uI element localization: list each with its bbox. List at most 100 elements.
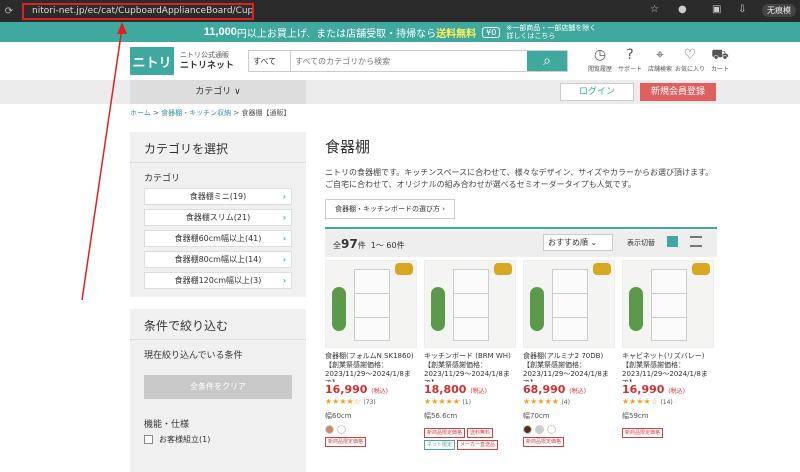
color-swatches — [325, 425, 417, 434]
product-card[interactable]: キャビネット(リズバレー)【創業祭感謝価格：2023/11/29〜2024/1/… — [622, 260, 714, 452]
award-badge-icon — [593, 263, 611, 275]
address-bar[interactable]: nitori-net.jp/ec/cat/CupboardApplianceBo… — [22, 3, 254, 20]
grid-view-icon[interactable] — [667, 236, 678, 247]
list-view-icon[interactable] — [690, 236, 702, 247]
color-swatch[interactable] — [523, 425, 532, 434]
product-name[interactable]: 食器棚(フォルムN SK1860)【創業祭感謝価格：2023/11/29〜202… — [325, 352, 417, 382]
award-badge-icon — [395, 263, 413, 275]
assembly-checkbox[interactable]: お客様組立(1) — [144, 434, 292, 445]
view-toggle-label: 表示切替 — [627, 239, 655, 247]
extensions-icon[interactable]: ▣ — [712, 4, 721, 15]
banner-badge: ¥0 — [482, 26, 501, 38]
search-input[interactable] — [291, 51, 527, 71]
register-button[interactable]: 新規会員登録 — [640, 83, 716, 101]
product-tags: 新商品限定価格 送料無料ネット限定 メーカー直送品 — [424, 428, 516, 452]
browser-bar: ⟳ nitori-net.jp/ec/cat/CupboardAppliance… — [0, 0, 800, 22]
category-item[interactable]: 食器棚スリム(21) › — [144, 209, 292, 226]
color-swatch[interactable] — [547, 425, 556, 434]
download-icon[interactable]: ⇩ — [738, 4, 746, 15]
result-count: 全97件 1〜 60件 — [333, 237, 405, 251]
profile-badge[interactable]: 无痕模 — [762, 4, 796, 17]
header-icons: ◷ 閲覧履歴 ? サポート ⌖ 店舗検索 ♡ お気に入り ⛟ カート — [585, 46, 735, 73]
promo-banner[interactable]: 11,000 円以上お買上げ、または店舗受取・持帰なら 送料無料 ¥0 ※一部商… — [0, 22, 800, 42]
list-toolbar: 全97件 1〜 60件 おすすめ順 ⌄ 表示切替 — [325, 227, 717, 257]
site-header: ニトリ ニトリ公式通販ニトリネット すべて ⌕ ◷閲覧履歴 ?サポート ⌖店舗検… — [0, 42, 800, 80]
product-tags: 新商品限定価格 — [325, 437, 417, 449]
product-tag: ネット限定 — [424, 440, 456, 450]
rating-stars: ★★★★☆ (73) — [325, 397, 376, 406]
breadcrumb-current: 食器棚【通販】 — [241, 109, 291, 117]
product-tag: 送料無料 — [467, 428, 494, 438]
logo-text: ニトリ公式通販 ニトリネット — [180, 51, 235, 71]
category-menu[interactable]: カテゴリ ∨ — [130, 80, 306, 104]
main-content: 食器棚 ニトリの食器棚です。キッチンスペースに合わせて、様々なデザイン、サイズや… — [325, 132, 717, 257]
product-image[interactable] — [622, 260, 714, 348]
filter-title: 条件で絞り込む — [130, 309, 306, 340]
product-card[interactable]: 食器棚(アルミナ2 70DB)【創業祭感謝価格：2023/11/29〜2024/… — [523, 260, 615, 452]
category-label: カテゴリ — [144, 174, 181, 184]
banner-amount: 11,000 — [203, 26, 237, 38]
breadcrumb: ホーム > 食器棚・キッチン収納 > 食器棚【通販】 — [130, 109, 291, 117]
sort-select[interactable]: おすすめ順 ⌄ — [543, 234, 613, 251]
product-tag: 新商品限定価格 — [325, 437, 367, 447]
product-tags: 新商品限定価格 — [622, 428, 714, 440]
search-scope-select[interactable]: すべて — [249, 51, 291, 71]
product-tags: 新商品限定価格 — [523, 437, 615, 449]
product-name[interactable]: キッチンボード (BRM WH)【創業祭感謝価格：2023/11/29〜2024… — [424, 352, 516, 382]
support-icon[interactable]: ? サポート — [615, 46, 645, 73]
plant-decoration — [332, 287, 346, 331]
category-item[interactable]: 食器棚80cm幅以上(14) › — [144, 251, 292, 268]
product-image[interactable] — [325, 260, 417, 348]
search-box: すべて ⌕ — [248, 50, 568, 72]
color-swatch[interactable] — [325, 425, 334, 434]
banner-text: 円以上お買上げ、または店舗受取・持帰なら — [236, 28, 437, 40]
product-tag: 新商品限定価格 — [622, 428, 664, 438]
product-size: 幅60cm — [325, 412, 352, 420]
product-price: 16,990 (税込) — [325, 383, 388, 396]
store-icon[interactable]: ⌖ 店舗検索 — [645, 46, 675, 73]
category-item[interactable]: 食器棚60cm幅以上(41) › — [144, 230, 292, 247]
extension-icon[interactable]: ● — [678, 4, 687, 15]
plant-decoration — [530, 287, 544, 331]
clear-filters-button[interactable]: 全条件をクリア — [144, 375, 292, 399]
reload-icon[interactable]: ⟳ — [0, 6, 18, 17]
cabinet-shape — [552, 269, 588, 341]
product-name[interactable]: 食器棚(アルミナ2 70DB)【創業祭感謝価格：2023/11/29〜2024/… — [523, 352, 615, 382]
rating-stars: ★★★★★ (1) — [424, 397, 471, 406]
chevron-right-icon: › — [282, 192, 286, 201]
color-swatch[interactable] — [337, 425, 346, 434]
product-name[interactable]: キャビネット(リズバレー)【創業祭感謝価格：2023/11/29〜2024/1/… — [622, 352, 714, 382]
guide-button[interactable]: 食器棚・キッチンボードの選び方 › — [325, 199, 456, 219]
product-size: 幅59cm — [622, 412, 649, 420]
product-tag: 新商品限定価格 — [523, 437, 565, 447]
product-tag: メーカー直送品 — [457, 440, 499, 450]
chevron-right-icon: › — [282, 255, 286, 264]
star-icon[interactable]: ☆ — [650, 4, 659, 15]
product-image[interactable] — [523, 260, 615, 348]
color-swatches — [523, 425, 615, 434]
category-item[interactable]: 食器棚120cm幅以上(3) › — [144, 272, 292, 289]
product-image[interactable] — [424, 260, 516, 348]
product-size: 幅70cm — [523, 412, 550, 420]
page-description: ニトリの食器棚です。キッチンスペースに合わせて、様々なデザイン、サイズやカラーか… — [325, 168, 714, 189]
history-icon[interactable]: ◷ 閲覧履歴 — [585, 46, 615, 73]
current-filter-label: 現在絞り込んでいる条件 — [144, 351, 243, 361]
nitori-logo[interactable]: ニトリ — [130, 47, 174, 75]
chevron-right-icon: › — [282, 234, 286, 243]
cart-icon[interactable]: ⛟ カート — [705, 46, 735, 73]
product-card[interactable]: 食器棚(フォルムN SK1860)【創業祭感謝価格：2023/11/29〜202… — [325, 260, 417, 452]
search-icon[interactable]: ⌕ — [527, 51, 567, 71]
product-tag: 新商品限定価格 — [424, 428, 466, 438]
award-badge-icon — [494, 263, 512, 275]
sidebar: カテゴリを選択 カテゴリ 食器棚ミニ(19) › 食器棚スリム(21) › 食器棚6… — [130, 132, 306, 472]
breadcrumb-home[interactable]: ホーム — [130, 109, 151, 117]
product-size: 幅56.6cm — [424, 412, 458, 420]
favorite-icon[interactable]: ♡ お気に入り — [675, 46, 705, 73]
login-button[interactable]: ログイン — [560, 83, 634, 101]
breadcrumb-kitchen[interactable]: 食器棚・キッチン収納 — [161, 109, 231, 117]
cabinet-shape — [453, 269, 489, 341]
category-item[interactable]: 食器棚ミニ(19) › — [144, 188, 292, 205]
product-price: 16,990 (税込) — [622, 383, 685, 396]
color-swatch[interactable] — [535, 425, 544, 434]
product-card[interactable]: キッチンボード (BRM WH)【創業祭感謝価格：2023/11/29〜2024… — [424, 260, 516, 452]
